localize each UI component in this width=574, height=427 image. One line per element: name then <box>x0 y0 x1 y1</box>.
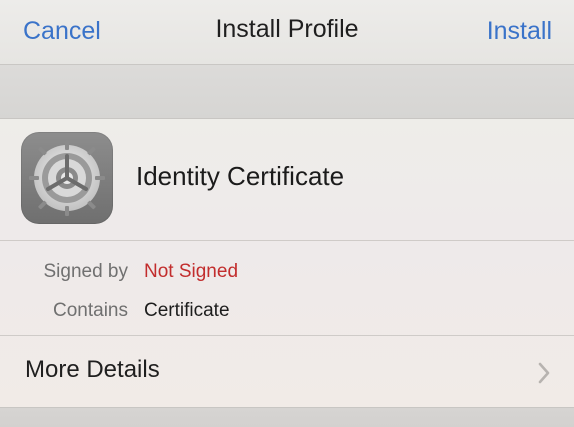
settings-gear-icon <box>21 132 113 224</box>
bottom-area <box>0 407 574 427</box>
section-gap <box>0 65 574 119</box>
signed-by-label: Signed by <box>43 261 128 282</box>
signed-by-value: Not Signed <box>144 261 239 282</box>
chevron-right-icon <box>538 362 550 384</box>
profile-header: Identity Certificate <box>0 119 574 240</box>
profile-name: Identity Certificate <box>136 161 345 191</box>
profile-details: Signed by Not Signed Contains Certificat… <box>0 241 574 335</box>
navigation-bar: Cancel Install Profile Install <box>0 0 574 65</box>
more-details-row[interactable]: More Details <box>0 336 574 406</box>
more-details-label: More Details <box>25 356 160 383</box>
profile-card: Identity Certificate Signed by Not Signe… <box>0 119 574 407</box>
install-button[interactable]: Install <box>487 17 552 46</box>
contains-value: Certificate <box>144 300 230 321</box>
contains-label: Contains <box>53 300 128 321</box>
